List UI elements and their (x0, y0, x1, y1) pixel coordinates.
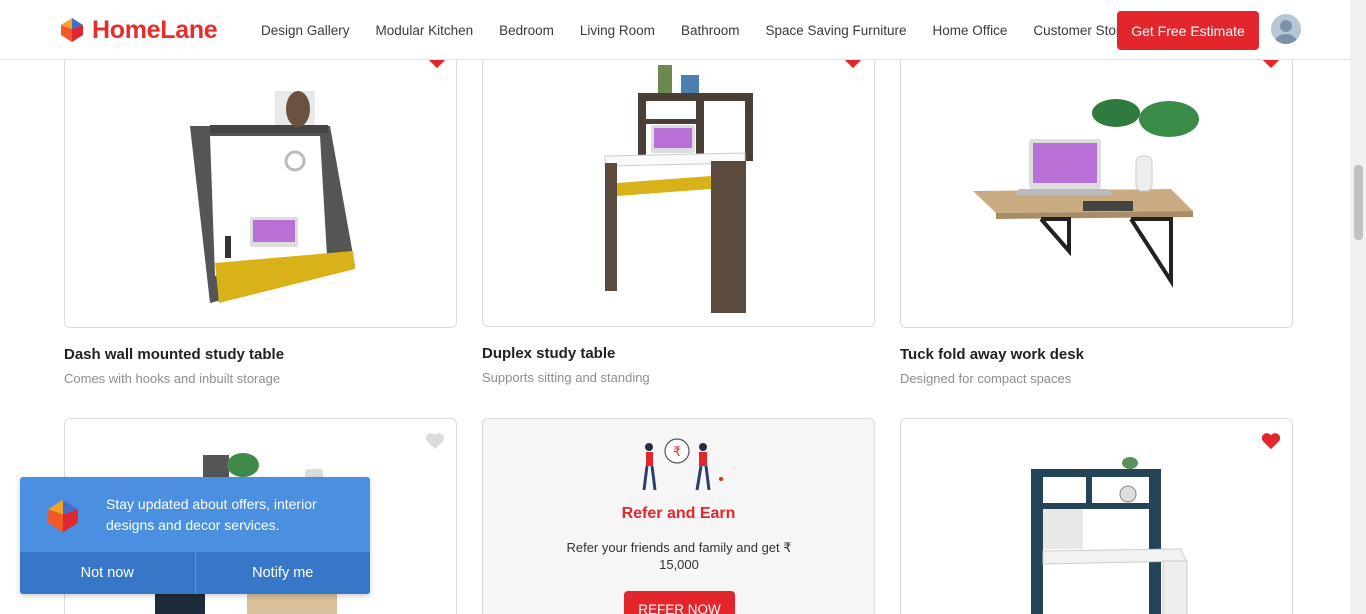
nav-bathroom[interactable]: Bathroom (681, 23, 740, 38)
homelane-logo[interactable]: HomeLane (58, 15, 218, 45)
refer-title: Refer and Earn (621, 505, 736, 522)
nav-modular-kitchen[interactable]: Modular Kitchen (376, 23, 474, 38)
nav-living-room[interactable]: Living Room (580, 23, 655, 38)
product-image-dash (190, 91, 355, 303)
refer-now-button[interactable]: REFER NOW (624, 591, 735, 614)
nav-design-gallery[interactable]: Design Gallery (261, 23, 350, 38)
product-subtitle: Supports sitting and standing (482, 370, 650, 385)
site-header: HomeLane Design Gallery Modular Kitchen … (0, 0, 1350, 60)
product-card-duplex[interactable] (482, 40, 875, 327)
logo-wordmark: HomeLane (92, 15, 218, 44)
page-scrollbar[interactable] (1350, 0, 1366, 614)
product-title[interactable]: Tuck fold away work desk (900, 346, 1084, 363)
not-now-button[interactable]: Not now (20, 552, 195, 594)
product-card-tuck[interactable] (900, 40, 1293, 328)
svg-text:₹: ₹ (673, 445, 681, 460)
notification-prompt: Stay updated about offers, interior desi… (20, 477, 370, 594)
nav-home-office[interactable]: Home Office (933, 23, 1008, 38)
product-card-6[interactable] (900, 418, 1293, 614)
favorite-heart-icon[interactable] (425, 432, 445, 450)
notification-message: Stay updated about offers, interior desi… (106, 496, 317, 533)
favorite-heart-icon[interactable] (1261, 432, 1281, 450)
refer-illustration-icon: ₹ (642, 438, 723, 491)
refer-description: Refer your friends and family and get ₹ … (566, 540, 792, 572)
page: HomeLane Design Gallery Modular Kitchen … (0, 0, 1366, 614)
nav-bedroom[interactable]: Bedroom (499, 23, 554, 38)
refer-and-earn-card: ₹ Refer and Earn Refer your friends and … (482, 418, 875, 614)
product-subtitle: Comes with hooks and inbuilt storage (64, 371, 281, 386)
product-title[interactable]: Dash wall mounted study table (64, 346, 284, 363)
product-image-6 (1031, 457, 1188, 614)
nav-space-saving-furniture[interactable]: Space Saving Furniture (765, 23, 906, 38)
user-avatar-icon[interactable] (1271, 14, 1301, 44)
get-free-estimate-button[interactable]: Get Free Estimate (1117, 11, 1259, 50)
notification-actions: Not now Notify me (20, 552, 370, 594)
scrollbar-thumb[interactable] (1354, 165, 1363, 240)
product-image-duplex (604, 65, 753, 313)
product-image-tuck (973, 99, 1199, 288)
homelane-logo-icon (61, 18, 83, 42)
product-card-dash[interactable] (64, 40, 457, 328)
main-nav: Design Gallery Modular Kitchen Bedroom L… (248, 0, 1151, 60)
notify-me-button[interactable]: Notify me (194, 552, 371, 594)
product-subtitle: Designed for compact spaces (900, 371, 1072, 386)
homelane-logo-icon (48, 499, 78, 533)
product-title[interactable]: Duplex study table (482, 345, 615, 362)
